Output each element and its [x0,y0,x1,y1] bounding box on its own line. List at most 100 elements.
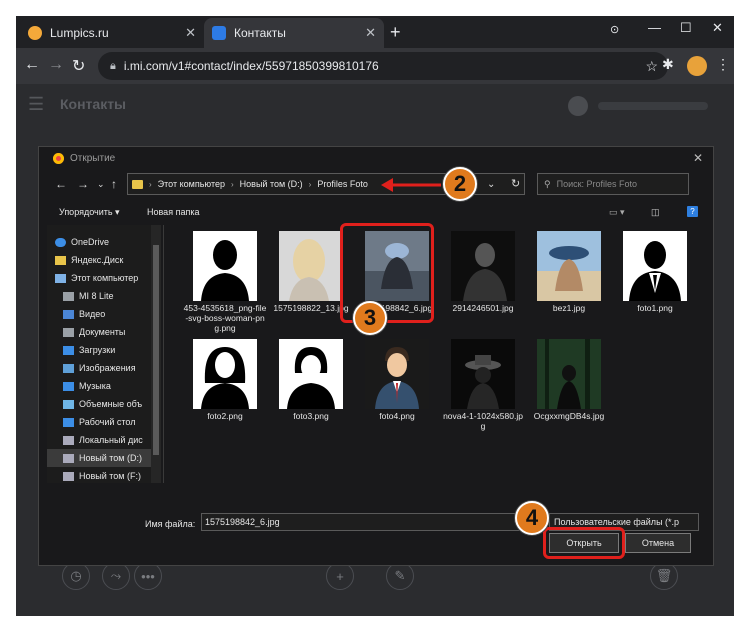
file-name: foto1.png [637,303,673,313]
back-icon[interactable]: ← [55,177,67,191]
page-title: Контакты [60,96,127,112]
desktop-icon [63,417,74,427]
recent-dropdown-icon[interactable]: ⌄ [97,179,105,190]
nav-item[interactable]: Музыка [47,377,159,395]
step-badge-2: 2 [443,167,477,201]
search-placeholder: Поиск: Profiles Foto [556,179,638,189]
history-icon[interactable]: ◷ [62,562,90,590]
file-name: OcgxxmgDB4s.jpg [533,411,605,421]
edit-icon[interactable]: ✎ [386,562,414,590]
mi-cloud-favicon-icon [212,26,226,40]
nav-item[interactable]: Изображения [47,359,159,377]
chevron-right-icon: › [308,179,312,189]
nav-item[interactable]: Новый том (F:) [47,467,159,483]
computer-icon [55,273,66,283]
arrow-annotation [381,178,441,192]
nav-item-label: OneDrive [71,237,110,247]
3d-objects-icon [63,399,74,409]
chevron-down-icon[interactable]: ⌄ [487,179,495,190]
video-icon [63,309,74,319]
file-item[interactable]: 453-4535618_png-file-svg-boss-woman-png.… [183,231,267,335]
tab-label: Контакты [234,26,286,40]
cancel-button[interactable]: Отмена [625,533,691,553]
lumpics-favicon-icon [28,26,42,40]
file-thumbnail [279,339,343,409]
close-window-icon[interactable]: ✕ [712,20,723,36]
file-item[interactable]: foto3.png [269,339,353,443]
preview-pane-icon[interactable]: ◫ [651,207,660,218]
file-item[interactable]: foto2.png [183,339,267,443]
tab-lumpics[interactable]: Lumpics.ru ✕ [20,18,204,48]
up-icon[interactable]: ↑ [111,177,117,191]
nav-item[interactable]: Видео [47,305,159,323]
merge-icon[interactable]: ⤳ [102,562,130,590]
nav-item-label: MI 8 Lite [79,291,114,301]
file-item[interactable]: foto1.png [613,231,697,335]
nav-item-label: Яндекс.Диск [71,255,124,265]
organize-button[interactable]: Упорядочить ▾ [59,207,120,218]
file-item[interactable]: OcgxxmgDB4s.jpg [527,339,611,443]
file-item[interactable]: bez1.jpg [527,231,611,335]
nav-item[interactable]: Загрузки [47,341,159,359]
avatar[interactable] [568,96,588,116]
file-item[interactable]: foto4.png [355,339,439,443]
extensions-icon[interactable]: ✱ [662,56,674,73]
add-icon[interactable]: + [326,562,354,590]
view-options-icon[interactable]: ▭ ▾ [609,207,625,218]
nav-item[interactable]: Новый том (D:) [47,449,159,467]
nav-item-label: Локальный дис [79,435,143,445]
bookmark-star-icon[interactable]: ☆ [645,58,658,75]
filename-input[interactable]: 1575198842_6.jpg [201,513,545,531]
refresh-icon[interactable]: ↻ [511,177,520,190]
menu-icon[interactable]: ⋮ [716,56,730,73]
file-item[interactable]: 2914246501.jpg [441,231,525,335]
more-icon[interactable]: ••• [134,562,162,590]
forward-icon[interactable]: → [77,177,89,191]
reload-icon[interactable]: ↻ [72,56,85,76]
nav-item[interactable]: Рабочий стол [47,413,159,431]
drive-icon [63,435,74,445]
file-thumbnail [537,339,601,409]
nav-item[interactable]: Яндекс.Диск [47,251,159,269]
breadcrumb-item[interactable]: Profiles Foto [317,179,368,189]
close-tab-icon[interactable]: ✕ [185,25,196,41]
breadcrumb-item[interactable]: Новый том (D:) [240,179,303,189]
help-icon[interactable]: ? [687,206,698,217]
nav-item[interactable]: Объемные объ [47,395,159,413]
new-folder-button[interactable]: Новая папка [147,207,199,217]
step-badge-4: 4 [515,501,549,535]
search-icon: ⚲ [544,178,551,189]
nav-item[interactable]: Этот компьютер [47,269,159,287]
tab-bar: Lumpics.ru ✕ Контакты ✕ + ⊙ — ☐ ✕ [16,16,734,48]
address-bar[interactable]: 🔒︎ i.mi.com/v1#contact/index/55971850399… [98,52,668,80]
step-badge-3: 3 [353,301,387,335]
nav-item[interactable]: MI 8 Lite [47,287,159,305]
minimize-icon[interactable]: — [648,20,661,35]
tab-label: Lumpics.ru [50,26,109,40]
navigation-pane: OneDrive Яндекс.Диск Этот компьютер MI 8 Li… [47,225,159,483]
nav-item[interactable]: OneDrive [47,233,159,251]
breadcrumb-item[interactable]: Этот компьютер [158,179,225,189]
new-tab-icon[interactable]: + [390,22,401,43]
nav-scrollbar-thumb[interactable] [153,245,159,455]
back-icon[interactable]: ← [24,56,40,74]
file-name: 453-4535618_png-file-svg-boss-woman-png.… [183,303,267,333]
file-item[interactable]: nova4-1-1024x580.jpg [441,339,525,443]
tab-search-icon[interactable]: ⊙ [610,23,619,36]
close-tab-icon[interactable]: ✕ [365,25,376,41]
folder-icon [132,179,143,189]
delete-icon[interactable]: 🗑︎ [650,562,678,590]
forward-icon[interactable]: → [48,56,64,74]
url-text: i.mi.com/v1#contact/index/55971850399810… [123,59,379,73]
nav-item-label: Загрузки [79,345,116,355]
dialog-close-icon[interactable]: ✕ [693,151,703,165]
nav-item[interactable]: Документы [47,323,159,341]
search-input[interactable]: ⚲ Поиск: Profiles Foto [537,173,689,195]
tab-contacts[interactable]: Контакты ✕ [204,18,384,48]
profile-avatar[interactable] [687,56,707,76]
pictures-icon [63,363,74,373]
hamburger-icon[interactable]: ☰ [28,94,44,115]
selected-file-highlight [340,223,434,323]
nav-item[interactable]: Локальный дис [47,431,159,449]
maximize-icon[interactable]: ☐ [680,20,692,36]
